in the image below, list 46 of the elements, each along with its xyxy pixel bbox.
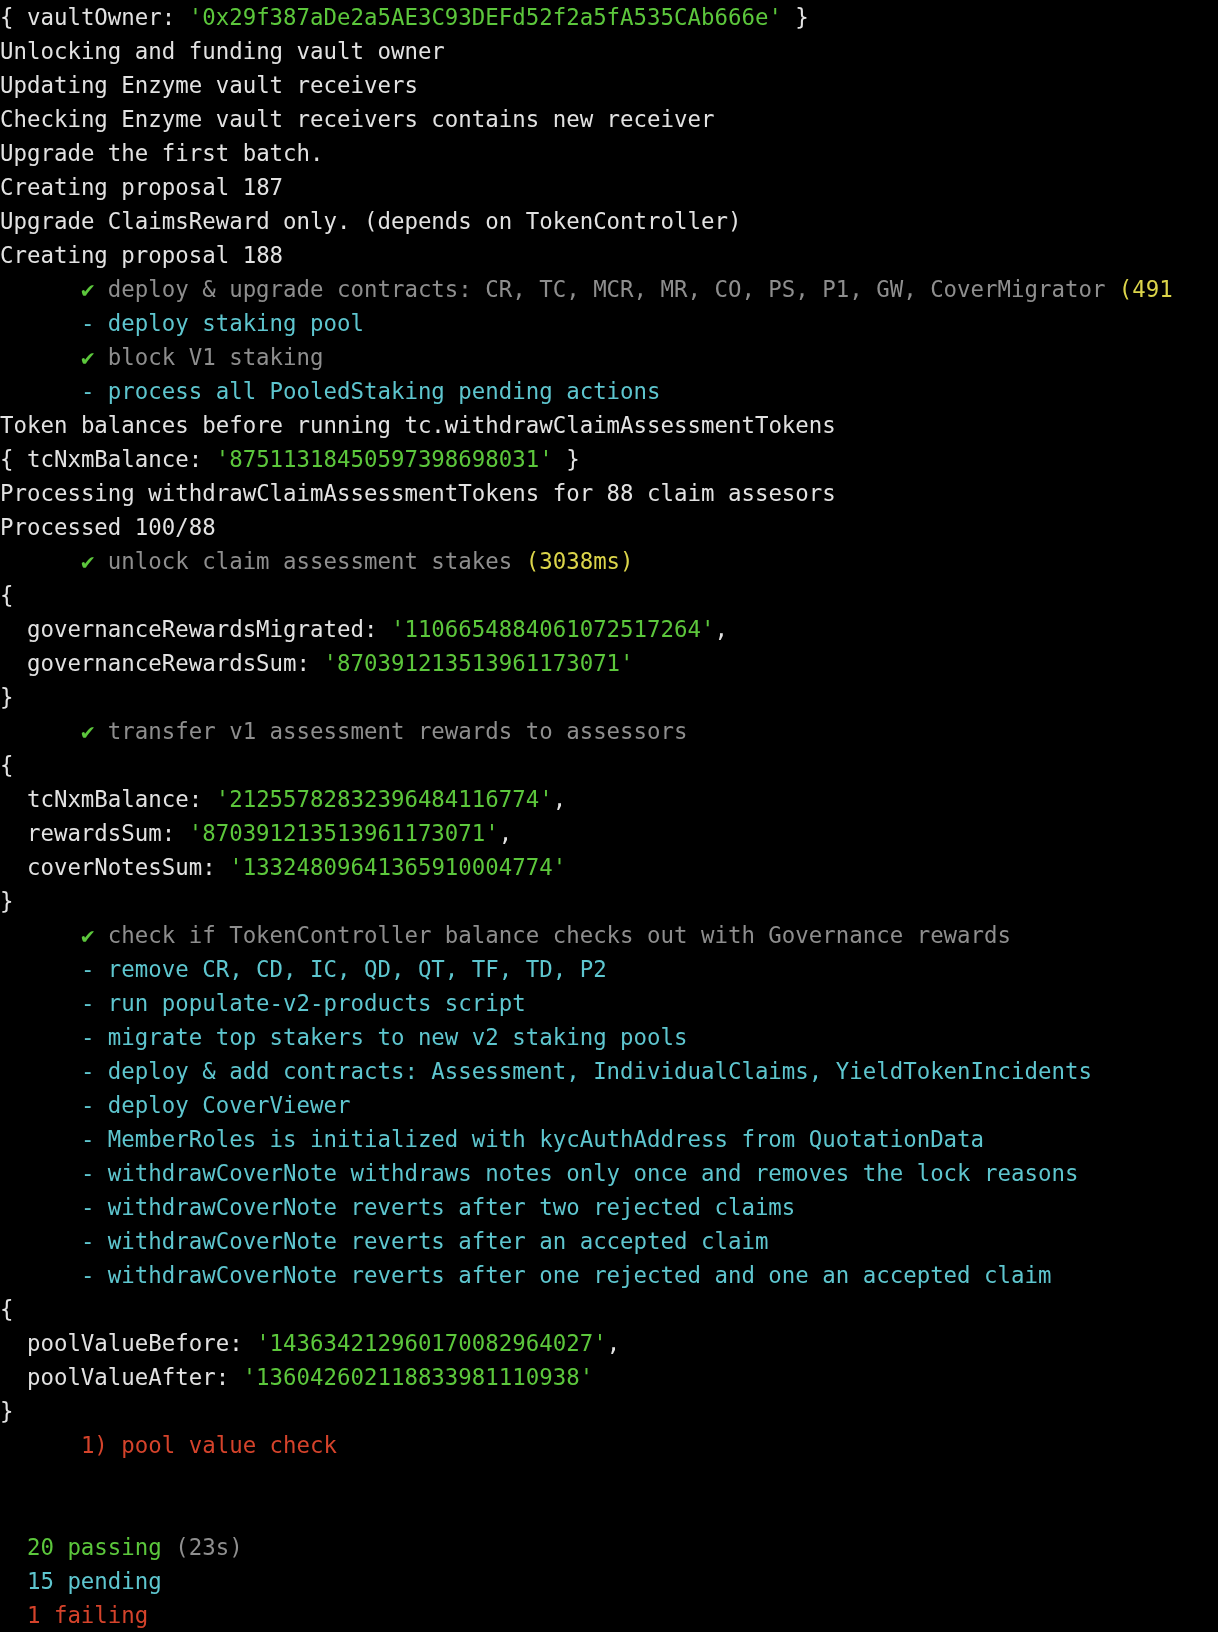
object-field: governanceRewardsMigrated: '1106654884061072517264', <box>0 612 728 646</box>
object-field: poolValueBefore: '143634212960170082964027', <box>0 1326 621 1360</box>
object-field: tcNxmBalance: '21255782832396484116774', <box>0 782 567 816</box>
log-line: Upgrade ClaimsReward only. (depends on TokenController) <box>0 207 742 236</box>
test-result: - process all PooledStaking pending actions <box>79 377 661 406</box>
summary-line: 20 passing (23s) <box>25 1533 243 1562</box>
log-line: Processing withdrawClaimAssessmentTokens for 88 claim assesors <box>0 479 836 508</box>
log-line: } <box>0 1397 14 1426</box>
test-result: - run populate-v2-products script <box>79 989 526 1018</box>
log-line: { tcNxmBalance: '87511318450597398698031' } <box>0 445 580 474</box>
log-line: Processed 100/88 <box>0 513 216 542</box>
test-result: ✔ transfer v1 assessment rewards to assessors <box>79 717 688 746</box>
log-line: { <box>0 751 14 780</box>
summary-line: 1 failing <box>25 1601 149 1630</box>
log-line: Upgrade the first batch. <box>0 139 324 168</box>
test-result: - MemberRoles is initialized with kycAuthAddress from QuotationData <box>79 1125 985 1154</box>
object-field: rewardsSum: '870391213513961173071', <box>0 816 513 850</box>
log-line: Token balances before running tc.withdrawClaimAssessmentTokens <box>0 411 836 440</box>
test-result: - withdrawCoverNote reverts after one rejected and one an accepted claim <box>79 1261 1052 1290</box>
summary-line: 15 pending <box>25 1567 162 1596</box>
log-line: } <box>0 683 14 712</box>
log-line: Creating proposal 187 <box>0 173 284 202</box>
test-result: - deploy CoverViewer <box>79 1091 351 1120</box>
test-result: - withdrawCoverNote reverts after two rejected claims <box>79 1193 796 1222</box>
test-result: - deploy & add contracts: Assessment, IndividualClaims, YieldTokenIncidents <box>79 1057 1092 1086</box>
test-result: ✔ block V1 staking <box>79 343 324 372</box>
test-result: ✔ unlock claim assessment stakes (3038ms) <box>79 547 634 576</box>
log-line: } <box>0 887 14 916</box>
object-field: poolValueAfter: '136042602118833981110938' <box>0 1360 594 1394</box>
test-result: - withdrawCoverNote withdraws notes only once and removes the lock reasons <box>79 1159 1079 1188</box>
object-field: coverNotesSum: '13324809641365910004774' <box>0 850 567 884</box>
object-field: governanceRewardsSum: '870391213513961173071' <box>0 646 634 680</box>
test-result: 1) pool value check <box>79 1431 337 1460</box>
test-result: - withdrawCoverNote reverts after an accepted claim <box>79 1227 769 1256</box>
log-line: Creating proposal 188 <box>0 241 284 270</box>
log-line: { vaultOwner: '0x29f387aDe2a5AE3C93DEFd52f2a5fA535CAb666e' } <box>0 3 809 32</box>
test-result: - migrate top stakers to new v2 staking pools <box>79 1023 688 1052</box>
log-line: { <box>0 581 14 610</box>
log-line: { <box>0 1295 14 1324</box>
test-result: ✔ deploy & upgrade contracts: CR, TC, MCR, MR, CO, PS, P1, GW, CoverMigrator (491 <box>79 275 1173 304</box>
test-result: ✔ check if TokenController balance checks out with Governance rewards <box>79 921 1012 950</box>
test-result: - remove CR, CD, IC, QD, QT, TF, TD, P2 <box>79 955 607 984</box>
log-line: Unlocking and funding vault owner <box>0 37 445 66</box>
test-result: - deploy staking pool <box>79 309 364 338</box>
log-line: Updating Enzyme vault receivers <box>0 71 418 100</box>
log-line: Checking Enzyme vault receivers contains new receiver <box>0 105 715 134</box>
